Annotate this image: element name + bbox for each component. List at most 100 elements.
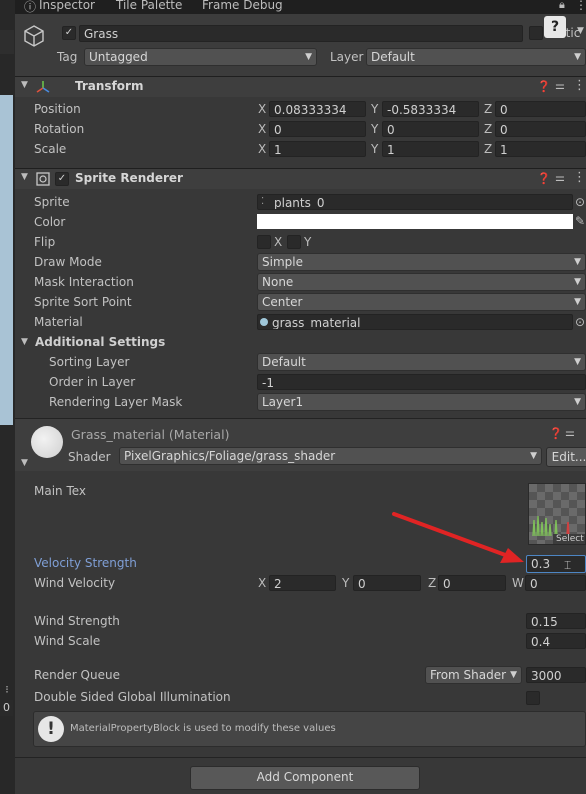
draw-mode-dropdown[interactable]: Simple ▼ [257,253,586,271]
render-queue-field[interactable]: 3000 [526,667,586,683]
scale-y-field[interactable]: 1 [382,141,479,157]
help-icon[interactable]: ❓ [537,172,551,185]
shader-dropdown[interactable]: PixelGraphics/Foliage/grass_shader ▼ [119,447,542,465]
wind-velocity-x-field[interactable]: 2 [269,575,336,591]
expand-arrow-icon[interactable]: ▼ [21,458,28,468]
rotation-x-field[interactable]: 0 [269,121,366,137]
text-cursor-icon: ⌶ [564,558,572,572]
wind-velocity-y-field[interactable]: 0 [353,575,421,591]
eyedropper-icon[interactable]: ✎ [575,214,585,228]
tab-frame-debug[interactable]: Frame Debug [202,0,283,12]
material-object-field[interactable]: grass_material [257,314,573,330]
edit-shader-button[interactable]: Edit... [546,447,586,467]
active-checkbox[interactable]: ✓ [62,26,76,40]
wind-scale-field[interactable]: 0.4 [526,633,586,649]
expand-arrow-icon[interactable]: ▼ [21,172,28,182]
tab-inspector[interactable]: Inspector [39,0,95,12]
wind-velocity-z-field[interactable]: 0 [438,575,506,591]
left-panel-field[interactable]: 0 [0,700,13,716]
flip-label: Flip [34,235,56,249]
mask-interaction-value: None [262,275,294,289]
context-menu-icon[interactable]: ⋮ [573,78,586,93]
sprite-object-field[interactable]: ⁚ plants_0 [257,194,573,210]
render-queue-dropdown[interactable]: From Shader ▼ [425,666,522,684]
preset-icon[interactable]: ⚌ [555,79,565,92]
help-icon[interactable]: ❓ [537,80,551,93]
chevron-down-icon: ▼ [574,357,581,367]
tab-menu-icon[interactable]: ⋮ [575,0,586,12]
static-dropdown-icon[interactable]: ▼ [577,26,584,36]
object-picker-icon[interactable]: ⊙ [575,195,585,209]
position-y-field[interactable]: -0.5833334 [382,101,479,117]
color-swatch[interactable] [257,214,573,229]
wind-scale-label: Wind Scale [34,634,101,648]
expand-arrow-icon[interactable]: ▼ [21,337,28,347]
order-in-layer-field[interactable]: -1 [257,374,586,390]
scene-view-sky [0,95,13,425]
object-name-field[interactable]: Grass [79,25,523,42]
lock-icon[interactable]: 🔒︎ [559,0,565,12]
wind-strength-label: Wind Strength [34,614,120,628]
object-picker-icon[interactable]: ⊙ [575,315,585,329]
rendering-layer-mask-value: Layer1 [262,395,304,409]
flip-x-label: X [274,235,283,249]
axis-y-label: Y [371,122,379,136]
rotation-z-field[interactable]: 0 [495,121,586,137]
material-title: Grass_material (Material) [71,427,230,442]
help-icon[interactable]: ❓ [549,427,563,440]
preset-icon[interactable]: ⚌ [555,171,565,184]
main-tex-thumbnail[interactable]: Select [528,483,586,545]
help-overlay-icon[interactable]: ? [544,16,566,38]
sorting-layer-dropdown[interactable]: Default ▼ [257,353,586,371]
render-queue-mode: From Shader [430,668,507,682]
tab-bar: ⓘ Inspector Tile Palette Frame Debug 🔒︎ … [15,0,586,14]
tag-dropdown[interactable]: Untagged ▼ [84,48,317,66]
color-label: Color [34,215,66,229]
mask-interaction-dropdown[interactable]: None ▼ [257,273,586,291]
static-checkbox[interactable] [529,26,543,40]
dsgi-checkbox[interactable] [526,691,540,705]
chevron-down-icon: ▼ [574,257,581,267]
sprite-renderer-enabled-checkbox[interactable]: ✓ [55,172,69,186]
flip-x-checkbox[interactable] [257,235,271,249]
wind-velocity-w-field[interactable]: 0 [525,575,586,591]
transform-header[interactable]: ▼ Transform ❓ ⚌ ⋮ [15,76,586,97]
axis-y-label: Y [371,102,379,116]
select-texture-button[interactable]: Select [553,534,585,544]
wind-strength-field[interactable]: 0.15 [526,613,586,629]
flip-y-checkbox[interactable] [287,235,301,249]
scene-view-tab[interactable] [0,30,14,54]
chevron-down-icon: ▼ [510,670,517,680]
axis-w-label: W [512,576,524,590]
material-icon [260,318,268,326]
position-x-field[interactable]: 0.08333334 [269,101,366,117]
scale-label: Scale [34,142,67,156]
chevron-down-icon: ▼ [574,52,581,62]
chevron-down-icon: ▼ [574,397,581,407]
additional-settings-foldout[interactable]: Additional Settings [35,335,165,349]
transform-axes-icon [36,81,50,93]
rotation-y-field[interactable]: 0 [382,121,479,137]
tab-tile-palette[interactable]: Tile Palette [116,0,182,12]
context-menu-icon[interactable]: ⋮ [573,170,586,185]
chevron-down-icon: ▼ [574,297,581,307]
dsgi-label: Double Sided Global Illumination [34,690,231,704]
sprite-renderer-header[interactable]: ▼ ✓ Sprite Renderer ❓ ⚌ ⋮ [15,168,586,189]
gameobject-cube-icon [24,25,44,47]
scale-z-field[interactable]: 1 [495,141,586,157]
position-z-field[interactable]: 0 [495,101,586,117]
axis-y-label: Y [342,576,350,590]
preset-icon[interactable]: ⚌ [565,426,575,439]
expand-arrow-icon[interactable]: ▼ [21,80,28,90]
sort-point-dropdown[interactable]: Center ▼ [257,293,586,311]
layer-label: Layer [330,50,364,64]
chevron-down-icon: ▼ [574,277,581,287]
layer-dropdown[interactable]: Default ▼ [366,48,586,66]
velocity-strength-field[interactable]: 0.3 [526,555,586,573]
add-component-button[interactable]: Add Component [190,766,420,790]
axis-x-label: X [258,102,267,116]
scale-x-field[interactable]: 1 [269,141,366,157]
material-value: grass_material [272,316,361,330]
position-label: Position [34,102,81,116]
rendering-layer-mask-dropdown[interactable]: Layer1 ▼ [257,393,586,411]
